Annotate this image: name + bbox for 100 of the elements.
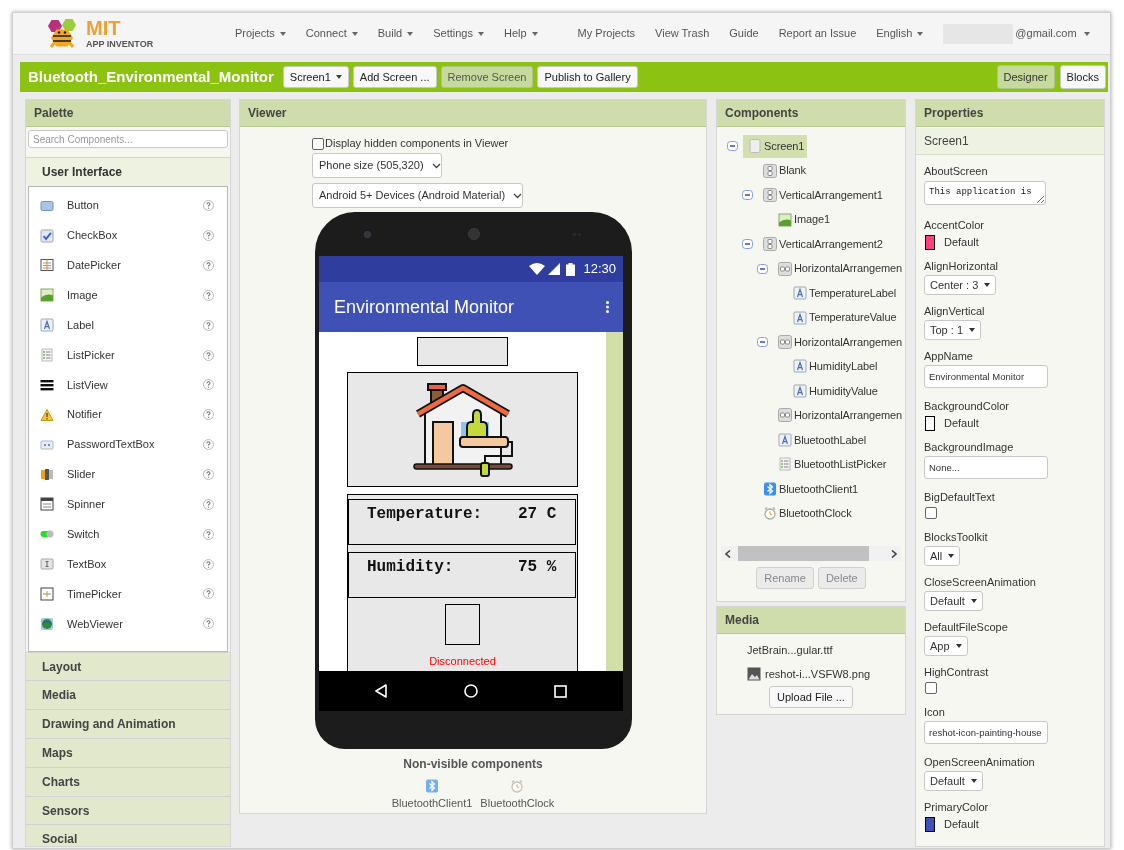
panel-title: Viewer (240, 100, 706, 127)
palette-item[interactable]: CheckBox (67, 227, 118, 244)
tree-item[interactable]: HumidityLabel (788, 354, 881, 378)
property-label: AboutScreen (924, 164, 989, 178)
help-icon (203, 200, 214, 212)
checkbox[interactable] (312, 137, 324, 150)
dropdown[interactable]: Center : 3 (924, 275, 997, 295)
media-file[interactable]: reshot-i...VSFW8.png (765, 665, 871, 683)
property-label: CloseScreenAnimation (924, 575, 1037, 589)
upload-button[interactable]: Upload File ... (769, 686, 853, 708)
color-swatch[interactable] (925, 415, 935, 431)
palette-category[interactable]: User Interface (26, 157, 230, 186)
text-field[interactable]: Environmental Monitor (924, 365, 1048, 388)
palette-item[interactable]: Switch (67, 525, 100, 543)
palette-category[interactable]: Layout (26, 651, 230, 681)
palette-item[interactable]: PasswordTextBox (67, 436, 155, 453)
tree-item[interactable]: HumidityValue (788, 379, 881, 403)
palette-item[interactable]: Notifier (67, 406, 102, 423)
palette-item[interactable]: Image (67, 287, 98, 304)
palette-item[interactable]: WebViewer (67, 615, 123, 632)
toolbar-button[interactable]: Publish to Gallery (537, 66, 638, 88)
dropdown[interactable]: All (924, 546, 961, 566)
tree-item[interactable]: VerticalArrangement2 (758, 232, 886, 256)
toolbar-button[interactable]: Add Screen ... (352, 66, 437, 88)
search-field[interactable]: Search Components... (28, 130, 228, 148)
tree-item[interactable]: HorizontalArrangemen (773, 403, 906, 427)
tree-item[interactable]: BluetoothClock (758, 501, 855, 525)
horizontal-arrangement-icon (778, 261, 792, 276)
tree-item[interactable]: BluetoothListPicker (773, 452, 890, 476)
globe-icon (40, 616, 54, 631)
nav-link[interactable]: Guide (729, 25, 759, 42)
dropdown[interactable]: Phone size (505,320) (312, 153, 442, 178)
palette-category[interactable]: Social (26, 824, 230, 846)
tree-item[interactable]: Image1 (773, 208, 834, 232)
palette-item[interactable]: Label (67, 316, 94, 334)
scrollbar-thumb[interactable] (738, 546, 869, 561)
checkbox[interactable] (925, 507, 937, 519)
caret-icon (969, 328, 976, 332)
view-tab[interactable]: Blocks (1059, 65, 1106, 89)
help-icon (203, 558, 214, 570)
horizontal-arrangement-icon (778, 408, 792, 423)
component-name[interactable]: BluetoothClient1 (391, 795, 473, 812)
nav-link[interactable]: My Projects (577, 25, 636, 42)
menu-button[interactable]: English (876, 25, 924, 42)
section-title: Non-visible components (403, 756, 543, 773)
back-icon (375, 684, 387, 698)
dropdown[interactable]: Top : 1 (924, 320, 982, 340)
dropdown[interactable]: App (924, 636, 968, 656)
media-file[interactable]: JetBrain...gular.ttf (747, 641, 833, 659)
button-icon (40, 198, 54, 213)
menu-button[interactable]: Help (503, 25, 538, 42)
palette-category[interactable]: Media (26, 680, 230, 710)
tree-item[interactable]: Screen1 (743, 134, 808, 158)
property-label: AlignVertical (924, 304, 986, 318)
palette-category[interactable]: Drawing and Animation (26, 709, 230, 739)
tree-item[interactable]: VerticalArrangement1 (758, 183, 886, 207)
palette-category[interactable]: Maps (26, 738, 230, 767)
help-icon (203, 618, 214, 630)
text-area[interactable]: This application is (924, 181, 1046, 205)
palette-item[interactable]: Spinner (67, 496, 105, 513)
tree-item[interactable]: Blank (758, 159, 810, 183)
tree-item[interactable]: BluetoothLabel (773, 428, 869, 452)
toolbar-button[interactable]: Screen1 (282, 66, 349, 88)
palette-item[interactable]: Button (67, 197, 99, 214)
palette-item[interactable]: TextBox (67, 555, 107, 573)
menu-button[interactable]: Projects (235, 25, 286, 42)
tree-item[interactable]: TemperatureValue (788, 306, 900, 329)
palette-item[interactable]: Slider (67, 466, 96, 483)
checkbox-label[interactable]: Display hidden components in Viewer (325, 135, 509, 152)
tree-item[interactable]: BluetoothClient1 (758, 477, 862, 501)
palette-item[interactable]: ListView (67, 376, 108, 394)
palette-item[interactable]: DatePicker (67, 257, 121, 274)
tree-item[interactable]: HorizontalArrangemen (773, 257, 906, 281)
checkbox[interactable] (925, 682, 937, 694)
palette-item[interactable]: TimePicker (67, 585, 122, 603)
menu-button[interactable]: Settings (433, 25, 484, 42)
nav-link[interactable]: View Trash (655, 25, 710, 42)
view-tab[interactable]: Designer (996, 65, 1055, 89)
palette-category[interactable]: Charts (26, 766, 230, 796)
palette-category[interactable]: Sensors (26, 795, 230, 825)
home-icon (464, 684, 478, 698)
battery-icon (566, 262, 576, 276)
slider-icon (40, 467, 54, 482)
color-swatch[interactable] (925, 816, 935, 832)
dropdown[interactable]: Android 5+ Devices (Android Material) (312, 183, 523, 208)
palette-item[interactable]: ListPicker (67, 346, 115, 364)
text-field[interactable]: None... (924, 456, 1048, 479)
nav-link[interactable]: Report an Issue (778, 25, 857, 42)
tree-item[interactable]: HorizontalArrangemen (773, 330, 906, 354)
account-menu[interactable]: @gmail.com (1015, 25, 1090, 42)
dropdown[interactable]: Default (924, 771, 983, 791)
scroll-left-icon (725, 549, 731, 558)
menu-button[interactable]: Connect (305, 25, 358, 42)
menu-button[interactable]: Build (377, 25, 414, 42)
bulleted-list-icon (40, 348, 54, 362)
text-field[interactable]: reshot-icon-painting-house (924, 721, 1048, 744)
color-swatch[interactable] (925, 234, 935, 250)
component-name[interactable]: BluetoothClock (480, 795, 555, 812)
dropdown[interactable]: Default (924, 591, 983, 611)
tree-item[interactable]: TemperatureLabel (788, 281, 900, 305)
